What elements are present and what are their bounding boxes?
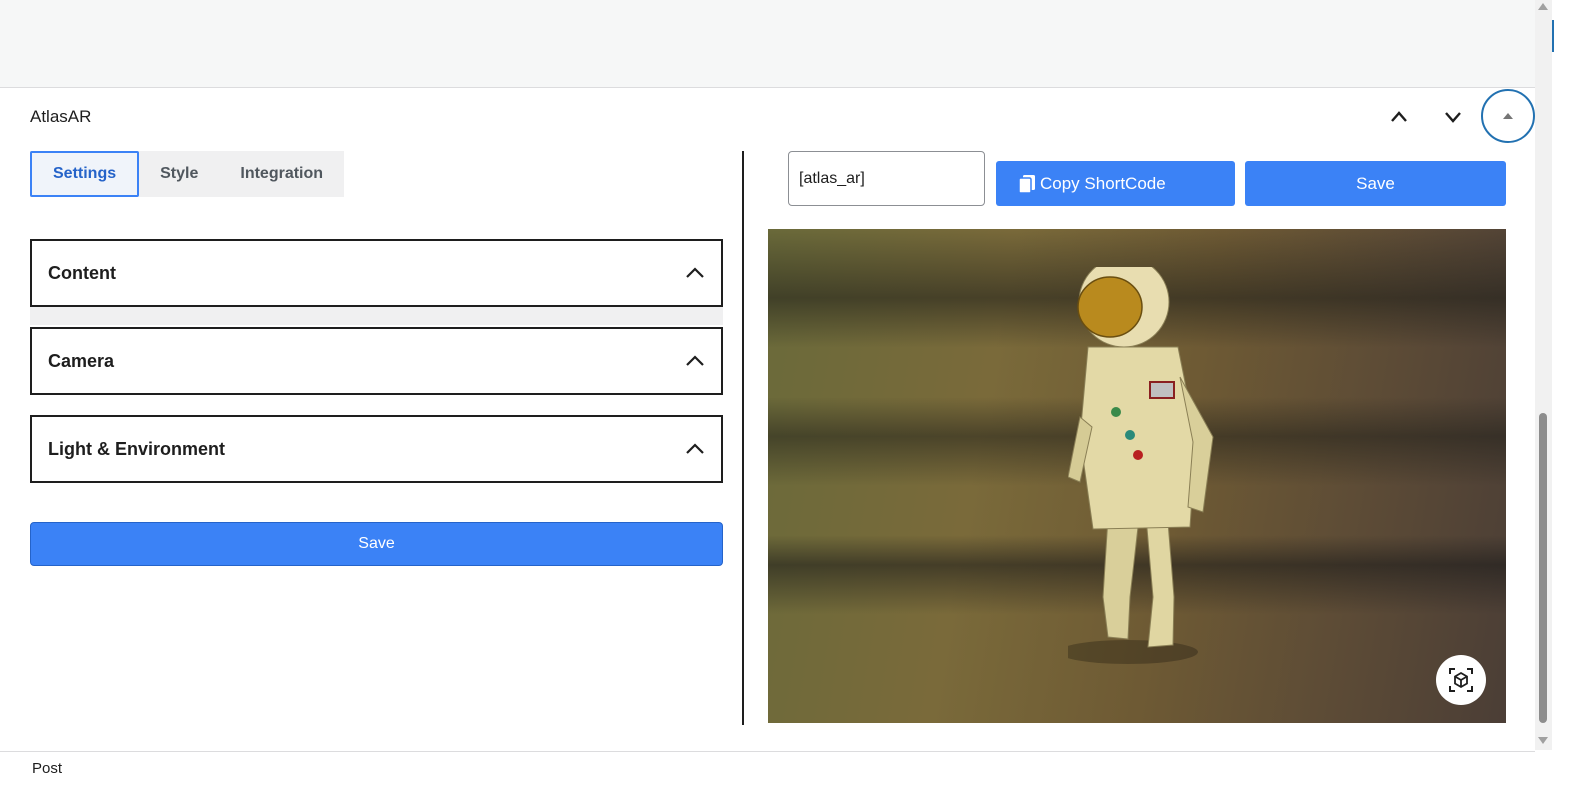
shortcode-input[interactable] xyxy=(788,151,985,206)
ar-cube-icon xyxy=(1449,668,1473,692)
tab-style[interactable]: Style xyxy=(139,151,219,197)
accordion-light-label: Light & Environment xyxy=(48,438,225,459)
accordion-content-label: Content xyxy=(48,262,116,283)
chevron-up-icon xyxy=(686,267,704,278)
move-up-button[interactable] xyxy=(1381,99,1417,135)
column-divider xyxy=(742,151,744,725)
scroll-up-icon[interactable] xyxy=(1538,3,1548,10)
chevron-down-icon xyxy=(1445,112,1461,123)
sidebar-active-indicator xyxy=(1552,20,1554,52)
sidebar-edge xyxy=(1552,0,1584,788)
chevron-up-icon xyxy=(686,355,704,366)
chevron-up-icon xyxy=(686,443,704,454)
panel-header: AtlasAR xyxy=(0,89,1535,145)
copy-icon xyxy=(1018,174,1035,194)
move-down-button[interactable] xyxy=(1435,99,1471,135)
copy-shortcode-button[interactable]: Copy ShortCode xyxy=(996,161,1235,206)
panel-title: AtlasAR xyxy=(30,107,92,126)
editor-top-area xyxy=(0,0,1535,88)
chevron-up-icon xyxy=(1391,111,1407,122)
view-in-ar-button[interactable] xyxy=(1436,655,1486,705)
accordion-camera-label: Camera xyxy=(48,350,115,371)
page-scrollbar[interactable] xyxy=(1535,0,1552,750)
copy-shortcode-label: Copy ShortCode xyxy=(1040,173,1166,193)
shortcode-save-button[interactable]: Save xyxy=(1245,161,1506,206)
scroll-down-icon[interactable] xyxy=(1538,737,1548,744)
astronaut-model xyxy=(1068,267,1214,664)
editor-footer: Post xyxy=(0,751,1535,788)
footer-post-label[interactable]: Post xyxy=(32,760,62,777)
model-viewer[interactable] xyxy=(768,229,1506,723)
accordion-gap xyxy=(30,307,723,325)
tab-settings[interactable]: Settings xyxy=(30,151,140,197)
accordion-camera[interactable]: Camera xyxy=(30,327,723,395)
triangle-up-icon xyxy=(1503,113,1513,119)
scrollbar-thumb[interactable] xyxy=(1539,413,1547,723)
tab-integration[interactable]: Integration xyxy=(219,151,344,197)
atlasar-block-panel: AtlasAR Settings Style Integration Conte… xyxy=(0,89,1535,751)
accordion-content[interactable]: Content xyxy=(30,239,723,307)
settings-tabs: Settings Style Integration xyxy=(30,151,345,197)
panel-toggle-button[interactable] xyxy=(1481,89,1535,143)
accordion-light-environment[interactable]: Light & Environment xyxy=(30,415,723,483)
settings-save-button[interactable]: Save xyxy=(30,522,723,566)
